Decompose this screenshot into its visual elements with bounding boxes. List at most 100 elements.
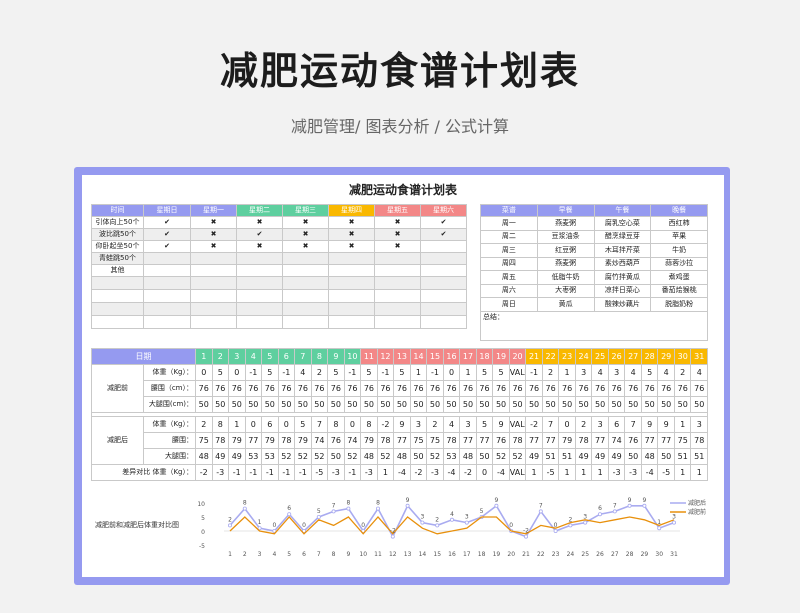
meal-cell: 酸辣炒藕片 <box>593 297 652 312</box>
value-cell: 76 <box>525 380 543 397</box>
table-row <box>91 302 467 316</box>
exercise-cell <box>190 276 237 290</box>
value-cell: 50 <box>327 448 345 465</box>
table-row: 周六 大枣粥 凉拌日菜心 番茄烩猴桃 <box>480 283 708 298</box>
value-cell: 9 <box>640 416 659 433</box>
value-cell: 51 <box>673 448 692 465</box>
exercise-cell <box>143 276 191 290</box>
x-tick-label: 21 <box>522 551 530 557</box>
value-cell: 50 <box>409 396 428 413</box>
value-cell: 77 <box>541 432 560 449</box>
value-cell: 76 <box>261 380 279 397</box>
value-cell: 53 <box>244 448 263 465</box>
value-cell: 48 <box>393 448 411 465</box>
exercise-table: 时间 星期日 星期一 星期二 星期三 星期四 星期五 星期六 引体向上50个 ✔ ✖ ✖ ✖ ✖ ✖ ✔ 波比跳… <box>91 204 467 329</box>
legend-label: 减肥前 <box>688 508 706 516</box>
page-title: 减肥运动食谱计划表 <box>219 49 580 93</box>
value-cell: 79 <box>558 432 576 449</box>
value-cell: 50 <box>343 396 362 413</box>
value-cell: 50 <box>459 396 477 413</box>
summary-label: 总结： <box>480 310 708 341</box>
exercise-cell <box>91 289 144 303</box>
exercise-cell <box>374 252 421 265</box>
value-cell: 0 <box>228 364 246 381</box>
data-point <box>390 534 395 539</box>
meal-cell: 素炒西葫芦 <box>593 256 652 271</box>
exercise-cell <box>282 276 329 290</box>
exercise-cell <box>143 252 191 265</box>
exercise-cell <box>282 302 329 316</box>
exercise-cell <box>190 289 237 303</box>
day-header-cell: 6 <box>277 348 296 365</box>
date-header-row: 日期 1 2 3 4 5 6 7 8 9 10 11 12 13 14 15 16 17 18 19 20 21 22 23 2… <box>91 348 708 365</box>
value-cell: 53 <box>261 448 279 465</box>
data-label: 7 <box>613 502 617 509</box>
day-header-cell: 31 <box>690 348 708 365</box>
y-tick-label: -5 <box>199 543 205 550</box>
value-cell: -4 <box>492 464 510 481</box>
exercise-cell: ✔ <box>236 228 283 241</box>
value-cell: 4 <box>442 416 461 433</box>
exercise-cell <box>328 315 375 329</box>
value-cell: 5 <box>492 364 510 381</box>
value-cell: 9 <box>393 416 411 433</box>
exercise-header-cell: 星期四 <box>328 204 375 217</box>
day-header-cell: 5 <box>261 348 279 365</box>
exercise-cell <box>374 276 421 290</box>
meal-cell: 豆浆油条 <box>536 229 595 244</box>
value-cell: 50 <box>591 396 609 413</box>
meal-header-cell: 早餐 <box>536 204 595 217</box>
exercise-cell <box>143 302 191 316</box>
value-cell: 3 <box>591 416 609 433</box>
value-cell: 7 <box>541 416 560 433</box>
x-tick-label: 13 <box>404 551 412 557</box>
meal-header-cell: 菜谱 <box>480 204 538 217</box>
meal-cell: 周二 <box>480 229 538 244</box>
exercise-cell <box>190 315 237 329</box>
exercise-cell <box>91 276 144 290</box>
value-cell: 3 <box>459 416 477 433</box>
value-cell: 1 <box>591 464 609 481</box>
meal-cell: 燕麦粥 <box>536 256 595 271</box>
value-cell: 7 <box>310 416 329 433</box>
value-cell: 0 <box>343 416 362 433</box>
exercise-cell: ✖ <box>374 240 421 253</box>
measurement-row: 大腿围： 48 49 49 53 53 52 52 52 50 52 48 52 48 50 52 53 48 50… <box>92 448 708 465</box>
value-cell: 5 <box>393 364 411 381</box>
sheet-title: 减肥运动食谱计划表 <box>348 183 457 197</box>
exercise-cell <box>420 276 467 290</box>
measurement-row: 大腿围(cm)： 50 50 50 50 50 50 50 50 50 50 50 50 50 50 50 50… <box>92 396 708 413</box>
value-cell: 50 <box>624 396 642 413</box>
value-cell: 78 <box>277 432 296 449</box>
value-cell: 49 <box>591 448 609 465</box>
value-cell: 76 <box>211 380 230 397</box>
value-cell: 76 <box>690 380 708 397</box>
value-cell: 75 <box>195 432 213 449</box>
day-header-cell: 11 <box>360 348 378 365</box>
exercise-cell <box>328 264 375 277</box>
day-header-cell: 7 <box>294 348 312 365</box>
data-label: 2 <box>435 516 439 523</box>
value-cell: 1 <box>558 464 576 481</box>
value-cell: 1 <box>228 416 246 433</box>
table-row: 周日 黄瓜 酸辣炒藕片 脱脂奶粉 <box>480 297 708 312</box>
value-cell: VALU <box>508 416 527 433</box>
value-cell: 76 <box>244 380 263 397</box>
day-header-cell: 21 <box>525 348 543 365</box>
value-cell: 1 <box>376 464 395 481</box>
value-cell: 76 <box>409 380 428 397</box>
exercise-cell <box>374 315 421 329</box>
measurement-row: 腰围（cm）： 76 76 76 76 76 76 76 76 76 76 76 76 76 76 76 76 7… <box>92 380 708 397</box>
value-cell: -3 <box>360 464 378 481</box>
data-label: 6 <box>598 505 602 512</box>
value-cell: 76 <box>442 380 461 397</box>
meal-cell: 腐乳空心菜 <box>593 216 652 231</box>
value-cell: 50 <box>327 396 345 413</box>
value-cell: 76 <box>327 380 345 397</box>
value-cell: 1 <box>558 364 576 381</box>
exercise-cell: ✖ <box>190 240 237 253</box>
value-cell: 49 <box>525 448 543 465</box>
data-label: 3 <box>583 514 587 521</box>
value-cell: 5 <box>475 416 494 433</box>
value-cell: 78 <box>690 432 708 449</box>
